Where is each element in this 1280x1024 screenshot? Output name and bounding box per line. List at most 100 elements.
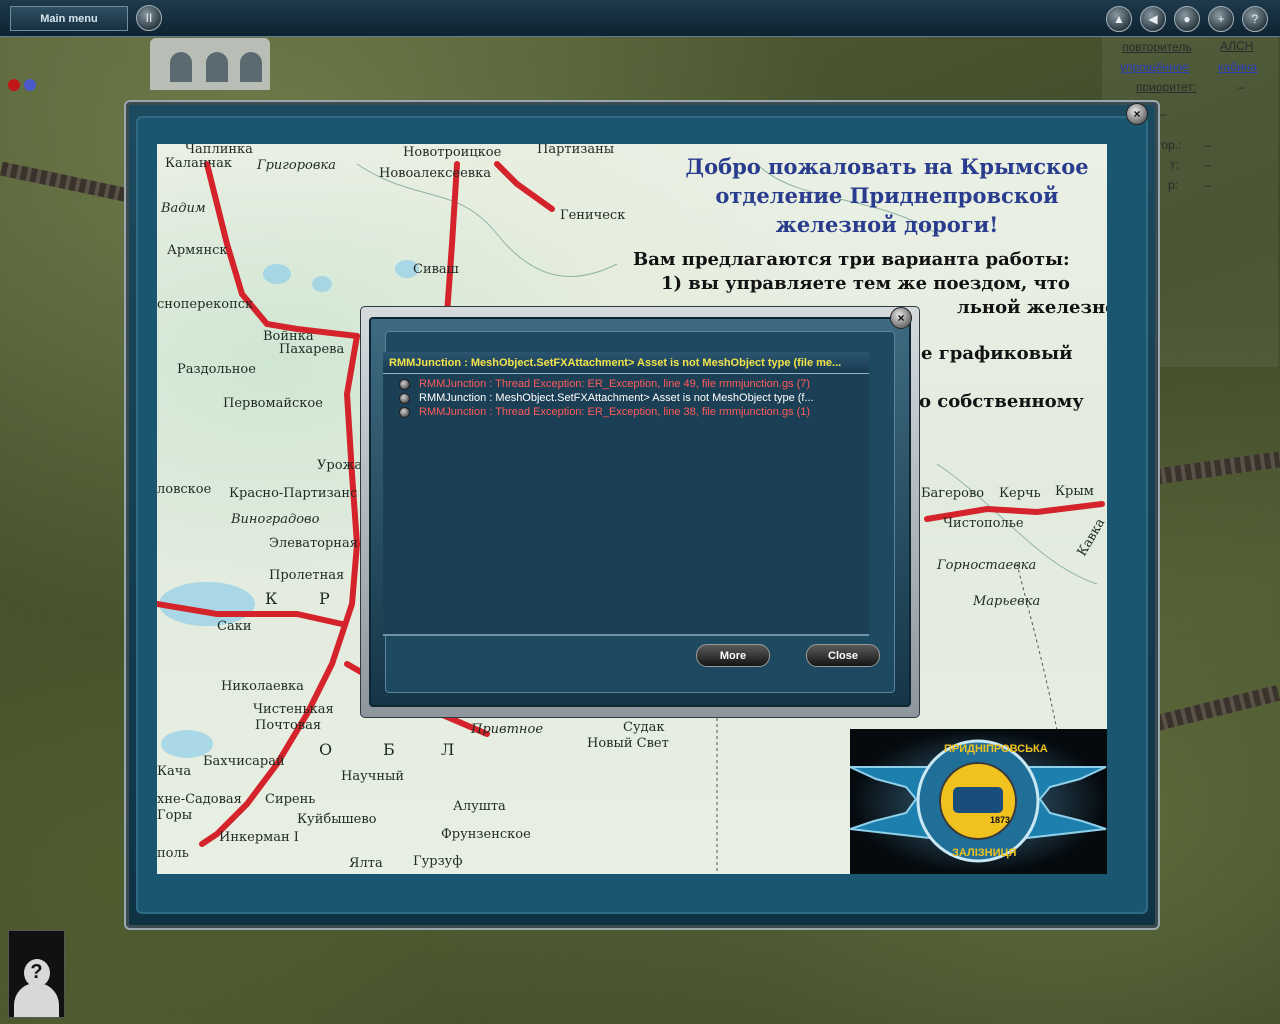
map-label: Геническ xyxy=(560,208,626,223)
info-row-value: – xyxy=(1204,178,1211,192)
map-label: Сирень xyxy=(265,792,316,807)
signal-light-red xyxy=(8,79,20,91)
pause-button[interactable]: II xyxy=(136,5,162,31)
map-label: Красно-Партизанс xyxy=(229,486,358,501)
help-button[interactable]: ? xyxy=(1242,6,1268,32)
rail-track xyxy=(0,161,131,203)
map-label: Крым xyxy=(1055,484,1094,499)
map-label: Николаевка xyxy=(221,679,304,694)
close-button[interactable]: Close xyxy=(806,644,880,667)
help-icon: ? xyxy=(1251,12,1259,26)
map-label: Новоалексеевка xyxy=(379,166,491,181)
welcome-heading-line: железной дороги! xyxy=(775,212,999,237)
error-message: RMMJunction : Thread Exception: ER_Excep… xyxy=(419,378,811,390)
bullet-icon xyxy=(399,392,410,404)
railway-logo: ПРИДНІПРОВСЬКА ЗАЛІЗНИЦЯ 1873 xyxy=(850,729,1107,874)
eject-icon: ▲ xyxy=(1113,12,1125,26)
map-label: Пахарева xyxy=(279,342,345,357)
record-button[interactable]: ● xyxy=(1174,6,1200,32)
logo-year: 1873 xyxy=(990,815,1011,825)
map-label: Кача xyxy=(157,764,192,779)
map-label: Каланчак xyxy=(165,156,232,171)
more-button[interactable]: More xyxy=(696,644,770,667)
intro-line: о собственному xyxy=(919,391,1084,412)
map-label: Раздольное xyxy=(177,362,256,377)
error-list[interactable]: RMMJunction : Thread Exception: ER_Excep… xyxy=(383,374,869,636)
error-item[interactable]: RMMJunction : Thread Exception: ER_Excep… xyxy=(399,377,810,391)
map-label: Виноградово xyxy=(231,512,320,527)
station-building xyxy=(150,38,270,90)
map-label: хне-Садовая xyxy=(157,792,242,807)
map-label: Григоровка xyxy=(257,158,336,173)
map-label: Гурзуф xyxy=(413,854,463,869)
map-label: Саки xyxy=(217,619,252,634)
rail-track xyxy=(1154,685,1280,731)
building-window xyxy=(170,52,192,82)
eject-button[interactable]: ▲ xyxy=(1106,6,1132,32)
info-row-value: – xyxy=(1204,158,1211,172)
welcome-heading-line: отделение Приднепровской xyxy=(715,183,1059,208)
map-label: Инкерман I xyxy=(219,830,299,845)
map-label: Партизаны xyxy=(537,144,615,157)
avatar-body xyxy=(14,983,59,1017)
logo-bottom-text: ЗАЛІЗНИЦЯ xyxy=(952,847,1017,859)
building-window xyxy=(240,52,262,82)
info-row-label: т: xyxy=(1170,158,1179,172)
map-label: Армянск xyxy=(167,243,228,258)
map-label: Керчь xyxy=(999,486,1041,501)
rail-track xyxy=(1154,451,1280,485)
map-label: Научный xyxy=(341,769,405,784)
info-dash: – xyxy=(1160,107,1167,121)
map-label: Багерово xyxy=(921,486,985,501)
record-icon: ● xyxy=(1183,12,1191,26)
map-label: Судак xyxy=(623,720,665,735)
alsn-header[interactable]: АЛСН xyxy=(1220,39,1253,53)
error-message: RMMJunction : MeshObject.SetFXAttachment… xyxy=(419,392,814,404)
map-label: Вадим xyxy=(161,201,206,216)
simplified-mode-link[interactable]: упрощённое xyxy=(1120,60,1189,74)
map-label: сноперекопск xyxy=(157,297,254,312)
map-label: Чистополье xyxy=(943,516,1024,531)
plus-icon: + xyxy=(1217,12,1225,26)
info-row-label: р: xyxy=(1168,178,1179,192)
map-label: Ялта xyxy=(349,856,383,871)
bullet-icon xyxy=(399,378,410,390)
main-menu-button[interactable]: Main menu xyxy=(10,6,128,31)
error-title: RMMJunction : MeshObject.SetFXAttachment… xyxy=(383,352,869,374)
signal-light-blue xyxy=(24,79,36,91)
rewind-button[interactable]: ◀ xyxy=(1140,6,1166,32)
map-label: Куйбышево xyxy=(297,812,377,827)
map-region-letter: Б xyxy=(383,740,395,759)
intro-line: е графиковый xyxy=(921,343,1073,364)
map-region-letter: О xyxy=(319,740,333,759)
add-button[interactable]: + xyxy=(1208,6,1234,32)
close-icon: × xyxy=(1133,107,1141,121)
repeater-header[interactable]: повторитель xyxy=(1122,40,1192,54)
script-error-dialog: RMMJunction : MeshObject.SetFXAttachment… xyxy=(360,306,920,718)
welcome-heading: Добро пожаловать на Крымское отделение П… xyxy=(669,152,1105,239)
dialog-close-button[interactable]: × xyxy=(890,307,912,329)
error-item[interactable]: RMMJunction : MeshObject.SetFXAttachment… xyxy=(399,391,814,405)
map-label: Горностаевка xyxy=(937,558,1037,573)
map-label: Сиваш xyxy=(413,262,459,277)
error-item[interactable]: RMMJunction : Thread Exception: ER_Excep… xyxy=(399,405,810,419)
intro-line: льной железной xyxy=(957,297,1107,318)
map-label: Пролетная xyxy=(269,568,345,583)
map-label: Урожа xyxy=(317,458,363,473)
cab-mode-link[interactable]: кабина xyxy=(1218,60,1257,74)
map-label: Элеваторная xyxy=(269,536,358,551)
welcome-close-button[interactable]: × xyxy=(1126,103,1148,125)
top-toolbar: Main menu II ▲ ◀ ● + ? xyxy=(0,0,1280,37)
map-label: Привтное xyxy=(471,722,544,737)
map-label: Бахчисарай xyxy=(203,754,285,769)
driver-avatar[interactable]: ? xyxy=(8,930,65,1018)
map-region-letter: Л xyxy=(441,740,455,759)
close-icon: × xyxy=(897,311,905,325)
map-region-letter: Р xyxy=(319,589,330,608)
bullet-icon xyxy=(399,406,410,418)
info-row-value: – xyxy=(1204,138,1211,152)
intro-line: 1) вы управляете тем же поездом, что xyxy=(661,273,1070,294)
map-region-letter: К xyxy=(265,589,278,608)
map-label: Первомайское xyxy=(223,396,323,411)
error-message: RMMJunction : Thread Exception: ER_Excep… xyxy=(419,406,811,418)
